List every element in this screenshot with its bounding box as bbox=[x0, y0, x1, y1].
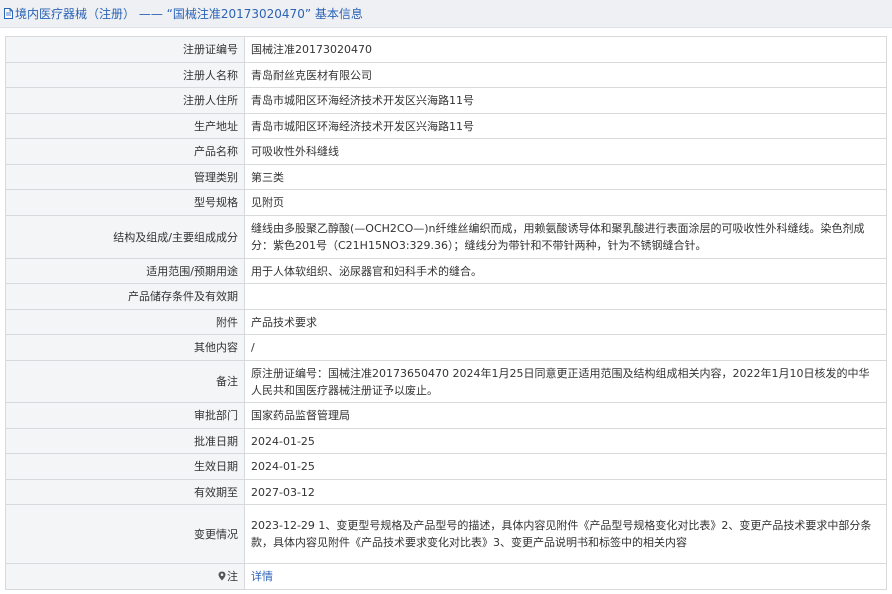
row-label: 产品名称 bbox=[5, 138, 245, 165]
table-row: 生产地址 青岛市城阳区环海经济技术开发区兴海路11号 bbox=[5, 113, 887, 139]
row-value: 青岛市城阳区环海经济技术开发区兴海路11号 bbox=[244, 87, 887, 114]
row-value bbox=[244, 283, 887, 310]
table-row: 适用范围/预期用途 用于人体软组织、泌尿器官和妇科手术的缝合。 bbox=[5, 258, 887, 284]
row-value: 可吸收性外科缝线 bbox=[244, 138, 887, 165]
table-row: 其他内容 / bbox=[5, 334, 887, 361]
row-value: 国械注准20173020470 bbox=[244, 36, 887, 63]
table-row: 注册证编号 国械注准20173020470 bbox=[5, 36, 887, 63]
table-row: 附件 产品技术要求 bbox=[5, 309, 887, 335]
document-icon bbox=[4, 8, 13, 19]
pin-icon bbox=[218, 569, 226, 586]
row-label: 注册人住所 bbox=[5, 87, 245, 114]
row-value: 青岛耐丝克医材有限公司 bbox=[244, 62, 887, 88]
row-label: 变更情况 bbox=[5, 504, 245, 564]
row-label: 结构及组成/主要组成成分 bbox=[5, 215, 245, 259]
row-label: 其他内容 bbox=[5, 334, 245, 361]
row-value: 原注册证编号：国械注准20173650470 2024年1月25日同意更正适用范… bbox=[244, 360, 887, 403]
row-label: 型号规格 bbox=[5, 189, 245, 216]
table-row: 审批部门 国家药品监督管理局 bbox=[5, 402, 887, 429]
note-value: 详情 bbox=[244, 563, 887, 590]
page-title: 境内医疗器械（注册） —— “国械注准20173020470” 基本信息 bbox=[15, 7, 363, 21]
row-value: 2027-03-12 bbox=[244, 479, 887, 505]
row-label: 产品储存条件及有效期 bbox=[5, 283, 245, 310]
row-label: 有效期至 bbox=[5, 479, 245, 505]
row-label: 生产地址 bbox=[5, 113, 245, 139]
row-value: 第三类 bbox=[244, 164, 887, 190]
row-label: 管理类别 bbox=[5, 164, 245, 190]
row-label: 生效日期 bbox=[5, 453, 245, 480]
row-value: 2024-01-25 bbox=[244, 453, 887, 480]
row-label: 批准日期 bbox=[5, 428, 245, 454]
row-label: 注册人名称 bbox=[5, 62, 245, 88]
table-row: 有效期至 2027-03-12 bbox=[5, 479, 887, 505]
table-row: 产品名称 可吸收性外科缝线 bbox=[5, 138, 887, 165]
table-row: 型号规格 见附页 bbox=[5, 189, 887, 216]
table-row: 备注 原注册证编号：国械注准20173650470 2024年1月25日同意更正… bbox=[5, 360, 887, 403]
details-link[interactable]: 详情 bbox=[251, 570, 273, 583]
note-label-text: 注 bbox=[227, 569, 238, 583]
row-value: 产品技术要求 bbox=[244, 309, 887, 335]
table-row: 变更情况 2023-12-29 1、变更型号规格及产品型号的描述，具体内容见附件… bbox=[5, 504, 887, 564]
row-value: / bbox=[244, 334, 887, 361]
row-label: 适用范围/预期用途 bbox=[5, 258, 245, 284]
table-row: 管理类别 第三类 bbox=[5, 164, 887, 190]
page-header: 境内医疗器械（注册） —— “国械注准20173020470” 基本信息 bbox=[0, 0, 892, 28]
table-row: 生效日期 2024-01-25 bbox=[5, 453, 887, 480]
registration-info-table: 注册证编号 国械注准20173020470 注册人名称 青岛耐丝克医材有限公司 … bbox=[5, 36, 887, 590]
row-value: 2024-01-25 bbox=[244, 428, 887, 454]
table-row: 注 详情 bbox=[5, 563, 887, 590]
row-value: 见附页 bbox=[244, 189, 887, 216]
note-label: 注 bbox=[5, 563, 245, 590]
row-value: 2023-12-29 1、变更型号规格及产品型号的描述，具体内容见附件《产品型号… bbox=[244, 504, 887, 564]
table-row: 注册人住所 青岛市城阳区环海经济技术开发区兴海路11号 bbox=[5, 87, 887, 114]
table-row: 结构及组成/主要组成成分 缝线由多股聚乙醇酸(—OCH2CO—)n纤维丝编织而成… bbox=[5, 215, 887, 259]
row-label: 注册证编号 bbox=[5, 36, 245, 63]
table-row: 批准日期 2024-01-25 bbox=[5, 428, 887, 454]
row-value: 缝线由多股聚乙醇酸(—OCH2CO—)n纤维丝编织而成，用赖氨酸诱导体和聚乳酸进… bbox=[244, 215, 887, 259]
row-value: 国家药品监督管理局 bbox=[244, 402, 887, 429]
row-label: 附件 bbox=[5, 309, 245, 335]
row-value: 用于人体软组织、泌尿器官和妇科手术的缝合。 bbox=[244, 258, 887, 284]
row-label: 备注 bbox=[5, 360, 245, 403]
row-value: 青岛市城阳区环海经济技术开发区兴海路11号 bbox=[244, 113, 887, 139]
table-row: 产品储存条件及有效期 bbox=[5, 283, 887, 310]
table-row: 注册人名称 青岛耐丝克医材有限公司 bbox=[5, 62, 887, 88]
row-label: 审批部门 bbox=[5, 402, 245, 429]
